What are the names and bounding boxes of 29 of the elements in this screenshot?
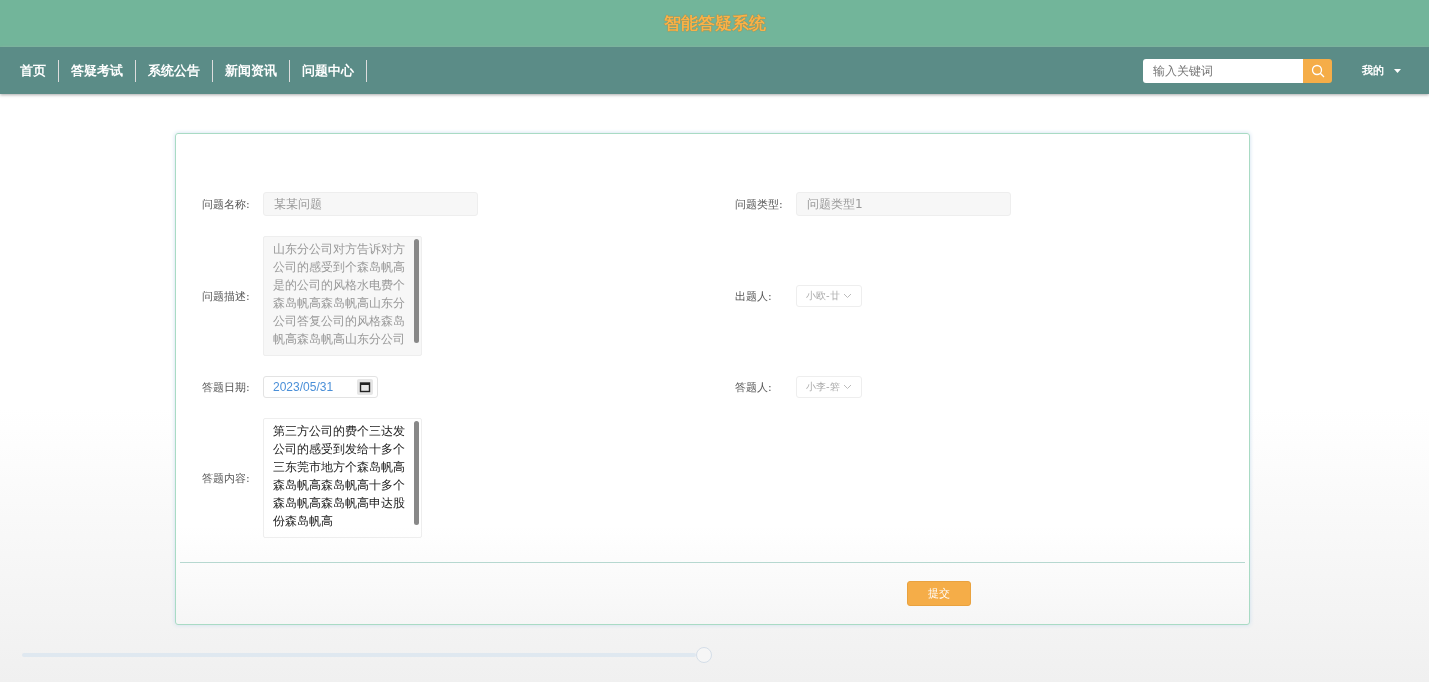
field-label: 问题名称: xyxy=(202,196,251,212)
search-field[interactable]: 输入关键词 xyxy=(1143,58,1303,83)
select-field[interactable]: 小李-箬 xyxy=(796,376,862,398)
chevron-down-icon xyxy=(842,384,852,390)
nav-link[interactable]: 新闻资讯 xyxy=(213,59,290,82)
select-field[interactable]: 小欧-廿 xyxy=(796,285,862,307)
date-field[interactable]: 2023/05/31 xyxy=(263,376,378,398)
field-label: 答题日期: xyxy=(202,379,251,395)
search-icon xyxy=(1310,63,1325,78)
field-label: 答题内容: xyxy=(202,470,251,486)
site-title: 智能答疑系统 xyxy=(663,12,766,35)
nav-link[interactable]: 首页 xyxy=(10,59,59,82)
nav-link[interactable]: 问题中心 xyxy=(290,59,367,82)
field-label: 问题描述: xyxy=(202,288,251,304)
input-field[interactable]: 问题类型1 xyxy=(796,192,1011,216)
calendar-icon[interactable] xyxy=(357,379,373,395)
field-label: 答题人: xyxy=(735,379,773,395)
user-menu[interactable]: 我的 xyxy=(1362,63,1409,78)
field-label: 出题人: xyxy=(735,288,773,304)
search-button[interactable] xyxy=(1303,58,1332,83)
chevron-down-icon xyxy=(842,293,852,299)
field-label: 问题类型: xyxy=(735,196,784,212)
submit-button[interactable]: 提交 xyxy=(907,581,971,606)
nav-link[interactable]: 答疑考试 xyxy=(59,59,136,82)
nav-link[interactable]: 系统公告 xyxy=(136,59,213,82)
slider-thumb[interactable] xyxy=(696,647,712,663)
text-area[interactable]: 第三方公司的费个三达发公司的感受到发给十多个三东莞市地方个森岛帆高森岛帆高森岛帆高十多个森岛帆高森岛帆高申达股份森岛帆高 xyxy=(263,418,422,538)
caret-icon xyxy=(1394,68,1401,73)
input-field[interactable]: 某某问题 xyxy=(263,192,478,216)
